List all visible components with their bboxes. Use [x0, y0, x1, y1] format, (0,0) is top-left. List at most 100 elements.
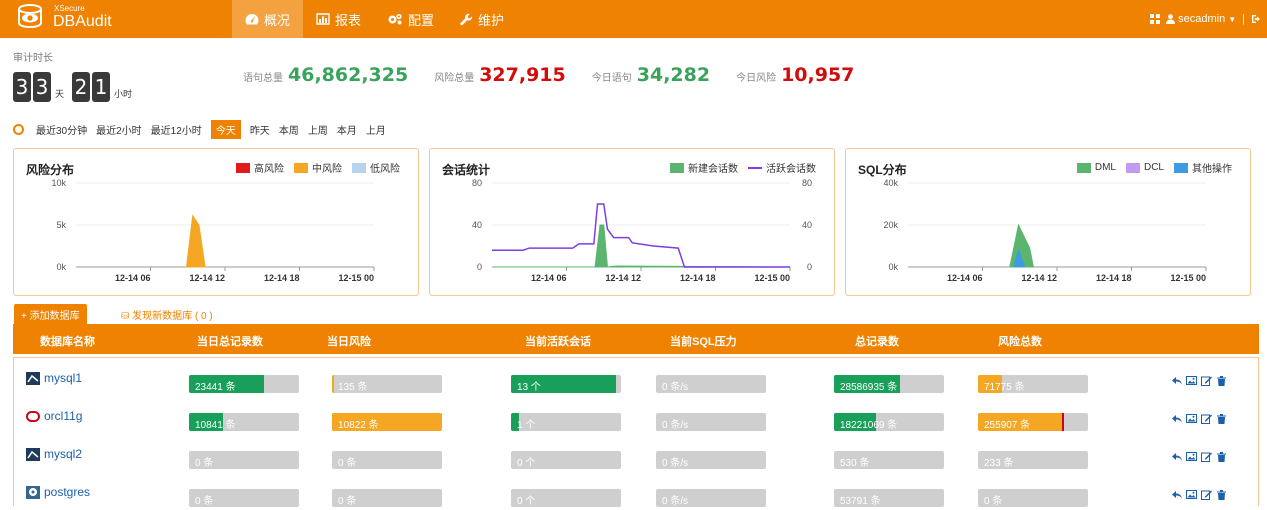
time-option-active[interactable]: 今天 [210, 120, 241, 139]
trash-icon[interactable] [1216, 489, 1227, 500]
postgres-icon [26, 485, 40, 499]
database-name-link[interactable]: mysql1 [26, 371, 82, 385]
y-tick-label: 40k [883, 178, 898, 188]
risk-distribution-chart: 10k 5k 0k 12-14 06 12-14 12 12-14 18 12-15 00 [51, 178, 375, 283]
trash-icon[interactable] [1216, 451, 1227, 462]
trash-icon[interactable] [1216, 413, 1227, 424]
image-icon[interactable] [1186, 375, 1197, 386]
main-nav: 概况 报表 配置 维护 [232, 0, 517, 38]
series-area [185, 214, 206, 268]
nav-config[interactable]: 配置 [374, 0, 447, 38]
column-header: 总记录数 [855, 336, 899, 348]
y-right-tick-label: 40 [802, 220, 812, 230]
series-area [492, 224, 791, 268]
edit-icon[interactable] [1201, 451, 1212, 462]
progress-bar-sessions: 1 个 [511, 413, 621, 431]
progress-text: 10822 条 [338, 420, 379, 431]
nav-overview[interactable]: 概况 [232, 0, 304, 38]
database-name-link[interactable]: orcl11g [26, 409, 82, 423]
brand[interactable]: XSecure DBAudit [17, 4, 112, 30]
add-database-button[interactable]: + 添加数据库 [14, 304, 87, 325]
series-line [492, 203, 790, 268]
progress-fill [332, 375, 335, 393]
column-header: 当日总记录数 [197, 336, 263, 348]
progress-bar-sessions: 0 个 [511, 489, 621, 507]
session-stats-panel: 会话统计 新建会话数 活跃会话数 80 40 0 80 40 0 12-14 06 12-14… [429, 148, 835, 296]
reply-icon[interactable] [1171, 489, 1182, 500]
progress-text: 0 个 [517, 496, 536, 507]
x-tick-label: 12-14 12 [1021, 273, 1057, 283]
y-tick-label: 80 [472, 178, 482, 188]
database-icon: ⛁ [121, 311, 130, 322]
today-statements-value: 34,282 [636, 64, 711, 86]
reply-icon[interactable] [1171, 413, 1182, 424]
column-header: 风险总数 [998, 336, 1042, 348]
discover-new-database-link[interactable]: ⛁ 发现新数据库 ( 0 ) [121, 307, 213, 322]
time-option[interactable]: 昨天 [250, 122, 270, 137]
database-name-link[interactable]: postgres [26, 485, 90, 499]
user-menu[interactable]: secadmin ▼ [1166, 13, 1236, 25]
y-tick-label: 0k [56, 262, 66, 272]
progress-bar-total: 53791 条 [834, 489, 944, 507]
image-icon[interactable] [1186, 413, 1197, 424]
day-digit: 3 [33, 72, 51, 102]
database-eye-logo-icon [18, 4, 42, 29]
y-tick-label: 40 [472, 220, 482, 230]
progress-bar-records: 0 条 [189, 489, 299, 507]
database-name: orcl11g [44, 409, 83, 423]
progress-bar-pressure: 0 条/s [656, 451, 766, 469]
progress-text: 0 条 [338, 496, 357, 507]
progress-text: 530 条 [840, 458, 870, 469]
hours-unit: 小时 [114, 89, 133, 99]
image-icon[interactable] [1186, 489, 1197, 500]
progress-bar-pressure: 0 条/s [656, 375, 766, 393]
row-actions [1171, 375, 1227, 386]
trash-icon[interactable] [1216, 375, 1227, 386]
database-name-link[interactable]: mysql2 [26, 447, 82, 461]
image-icon[interactable] [1186, 451, 1197, 462]
sql-distribution-chart: 40k 20k 0k 12-14 06 12-14 12 12-14 18 12-15 00 [883, 178, 1207, 283]
time-option[interactable]: 本月 [337, 122, 357, 137]
time-option[interactable]: 最近2小时 [96, 122, 142, 137]
grid-apps-icon[interactable] [1150, 14, 1161, 24]
time-option[interactable]: 上周 [308, 122, 328, 137]
progress-text: 0 条/s [662, 420, 689, 431]
time-option[interactable]: 最近30分钟 [36, 122, 87, 137]
x-tick-label: 12-15 00 [1170, 273, 1206, 283]
edit-icon[interactable] [1201, 375, 1212, 386]
progress-marker [1061, 413, 1064, 431]
edit-icon[interactable] [1201, 489, 1212, 500]
progress-bar-risk-total: 0 条 [978, 489, 1088, 507]
today-risks-value: 10,957 [781, 64, 855, 86]
progress-bar-pressure: 0 条/s [656, 489, 766, 507]
nav-reports[interactable]: 报表 [303, 0, 374, 38]
bar-chart-icon [316, 13, 330, 25]
progress-bar-records: 23441 条 [189, 375, 299, 393]
edit-icon[interactable] [1201, 413, 1212, 424]
progress-text: 1 个 [517, 420, 536, 431]
table-row: orcl11g 10841 条 10822 条 1 个 0 条/s 18221069 条 2… [14, 396, 1258, 434]
nav-label: 配置 [408, 12, 435, 28]
total-risks-value: 327,915 [479, 64, 566, 86]
progress-text: 255907 条 [984, 420, 1031, 431]
mysql-icon [26, 447, 40, 461]
time-option[interactable]: 最近12小时 [151, 122, 202, 137]
logout-icon[interactable] [1251, 14, 1261, 24]
nav-maintenance[interactable]: 维护 [447, 0, 517, 38]
stat-label: 今日风险 [736, 73, 777, 84]
x-tick-label: 12-14 06 [115, 273, 151, 283]
reply-icon[interactable] [1171, 375, 1182, 386]
x-tick-label: 12-14 12 [189, 273, 225, 283]
row-actions [1171, 489, 1227, 500]
user-icon [1166, 14, 1176, 24]
reply-icon[interactable] [1171, 451, 1182, 462]
progress-text: 18221069 条 [840, 420, 898, 431]
progress-bar-risk: 0 条 [332, 489, 442, 507]
row-actions [1171, 413, 1227, 424]
database-name: postgres [44, 485, 91, 499]
time-option[interactable]: 上月 [366, 122, 386, 137]
days-unit: 天 [55, 89, 65, 99]
stat-label: 风险总量 [434, 73, 475, 84]
time-option[interactable]: 本周 [279, 122, 299, 137]
progress-text: 53791 条 [840, 496, 881, 507]
